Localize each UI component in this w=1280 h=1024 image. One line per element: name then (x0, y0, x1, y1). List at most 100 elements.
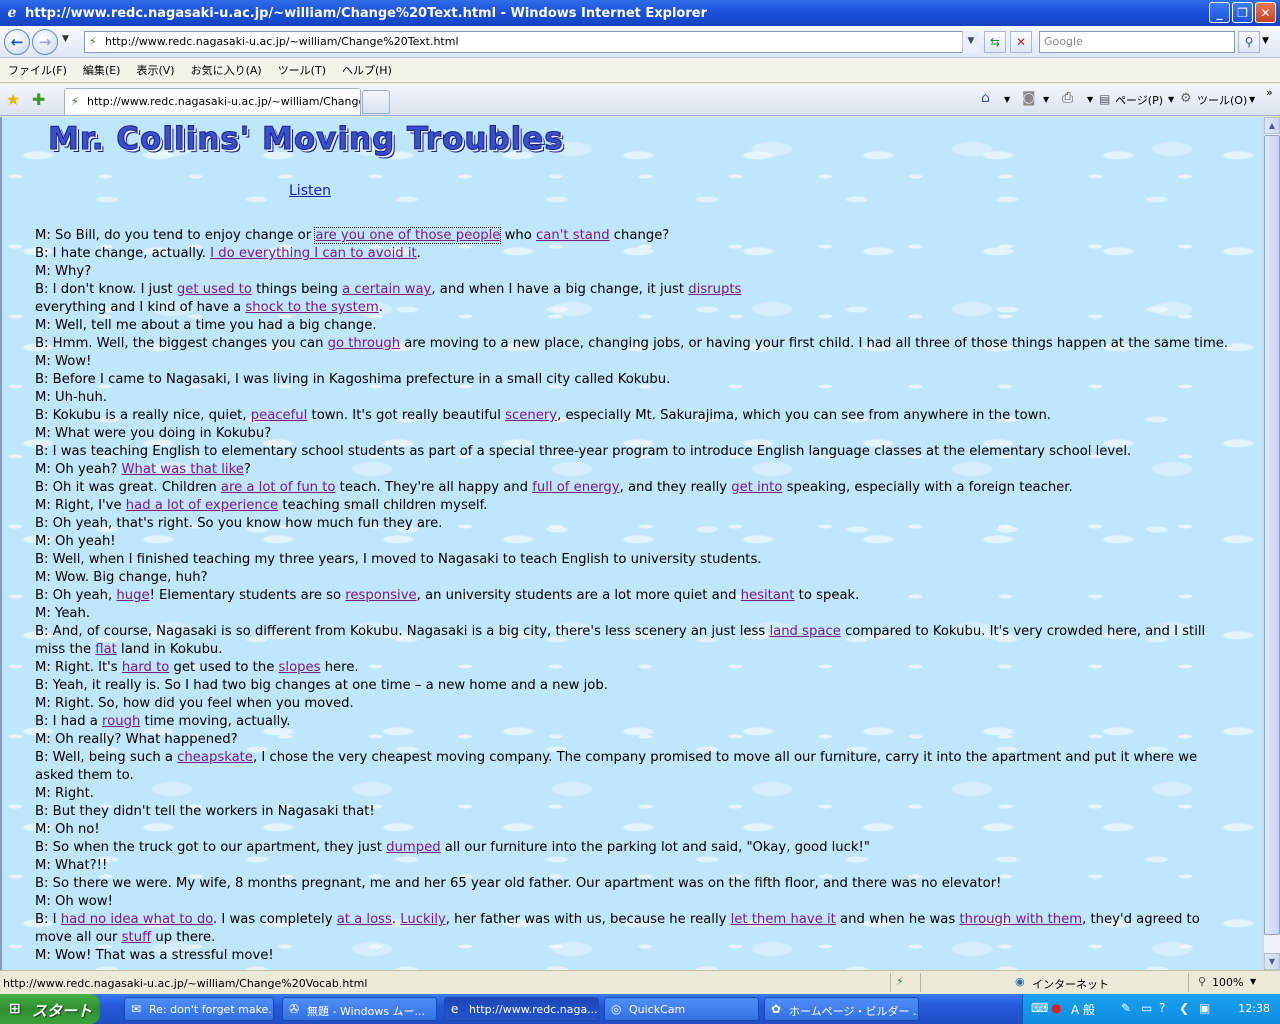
vocab-link[interactable]: full of energy (532, 480, 619, 495)
vocab-link[interactable]: Luckily (400, 912, 446, 927)
taskbar-item-quickcam[interactable]: ◎ QuickCam (604, 997, 759, 1021)
search-options-dropdown-icon[interactable]: ▼ (1262, 36, 1269, 46)
refresh-button[interactable]: ⇆ (984, 31, 1006, 53)
taskbar-item-movie-maker[interactable]: ✇ 無題 - Windows ムー... (282, 997, 437, 1021)
tray-expand-icon[interactable]: ❮ (1179, 1001, 1189, 1015)
listen-link[interactable]: Listen (289, 183, 331, 199)
vocab-link[interactable]: get into (731, 480, 782, 495)
scroll-down-button[interactable]: ▼ (1264, 953, 1280, 970)
vocab-link[interactable]: scenery (505, 408, 557, 423)
keyboard-icon[interactable]: ⌨ (1031, 1001, 1048, 1015)
favorites-star-icon[interactable]: ★ (6, 90, 20, 109)
tray-tool-icon[interactable]: ✎ (1121, 1001, 1131, 1015)
menu-favorites[interactable]: お気に入り(A) (189, 60, 264, 80)
vocab-link[interactable]: land space (769, 624, 840, 639)
transcript-text: , her father was with us, because he rea… (445, 912, 731, 927)
vocab-link[interactable]: responsive (345, 588, 416, 603)
vocab-link[interactable]: slopes (279, 660, 321, 675)
vocab-link[interactable]: can't stand (536, 228, 610, 243)
page-menu-button[interactable]: ページ(P) (1115, 92, 1163, 108)
transcript-line: B: Oh yeah, huge! Elementary students ar… (35, 587, 1235, 605)
menu-view[interactable]: 表示(V) (134, 60, 176, 80)
feeds-dropdown-icon[interactable]: ▼ (1043, 95, 1049, 104)
print-icon[interactable]: ⎙ (1062, 90, 1073, 106)
vocab-link[interactable]: let them have it (731, 912, 836, 927)
vocab-link[interactable]: had no idea what to do (61, 912, 213, 927)
vertical-scrollbar[interactable]: ▲ ▼ (1263, 117, 1280, 970)
address-dropdown-icon[interactable]: ▼ (962, 31, 979, 53)
vocab-link[interactable]: What was that like (122, 462, 244, 477)
search-input[interactable]: Google (1039, 31, 1235, 53)
vocab-link[interactable]: disrupts (688, 282, 741, 297)
add-favorites-icon[interactable]: ✚ (32, 90, 45, 109)
scroll-thumb[interactable] (1264, 135, 1280, 935)
tools-menu-dropdown-icon[interactable]: ▼ (1249, 95, 1255, 104)
page-menu-dropdown-icon[interactable]: ▼ (1168, 95, 1174, 104)
more-commands-icon[interactable]: » (1266, 86, 1273, 99)
new-tab-button[interactable] (362, 90, 390, 114)
vocab-link[interactable]: a certain way (342, 282, 431, 297)
transcript-text: up there. (151, 930, 216, 945)
vocab-link[interactable]: huge (116, 588, 149, 603)
vocab-link[interactable]: hard to (122, 660, 169, 675)
menu-help[interactable]: ヘルプ(H) (340, 60, 394, 80)
close-button[interactable]: ✕ (1255, 2, 1276, 23)
search-placeholder: Google (1044, 35, 1083, 48)
menu-edit[interactable]: 編集(E) (81, 60, 123, 80)
transcript-line: B: Before I came to Nagasaki, I was livi… (35, 371, 1235, 389)
taskbar-item-homepage-builder[interactable]: ✿ ホームページ・ビルダー ... (764, 997, 919, 1021)
vocab-link[interactable]: had a lot of experience (126, 498, 278, 513)
vocab-link[interactable]: flat (95, 642, 117, 657)
tray-app-icon[interactable]: ● (1051, 1001, 1061, 1015)
print-dropdown-icon[interactable]: ▼ (1087, 95, 1093, 104)
vocab-link[interactable]: shock to the system (245, 300, 378, 315)
minimize-button[interactable]: _ (1209, 2, 1230, 23)
vocab-link[interactable]: get used to (177, 282, 252, 297)
taskbar-item-email[interactable]: ✉ Re: don't forget make... (124, 997, 274, 1021)
address-input[interactable]: ⚡ http://www.redc.nagasaki-u.ac.jp/~will… (84, 31, 979, 53)
taskbar-item-ie[interactable]: e http://www.redc.naga... (444, 997, 599, 1021)
help-icon[interactable]: ? (1159, 1001, 1165, 1015)
zoom-level[interactable]: 100% (1212, 976, 1243, 989)
vocab-link[interactable]: stuff (122, 930, 152, 945)
start-button[interactable]: ⊞ スタート (0, 994, 100, 1024)
vocab-link[interactable]: go through (328, 336, 400, 351)
vocab-link[interactable]: dumped (386, 840, 440, 855)
ime-indicator[interactable]: A 般 (1071, 1001, 1095, 1018)
vocab-link[interactable]: at a loss (337, 912, 392, 927)
vocab-link[interactable]: are a lot of fun to (221, 480, 336, 495)
vocab-link[interactable]: cheapskate (177, 750, 253, 765)
tray-card-icon[interactable]: ▭ (1141, 1001, 1152, 1015)
tab-current-page[interactable]: ⚡ http://www.redc.nagasaki-u.ac.jp/~will… (64, 88, 361, 115)
menu-tools[interactable]: ツール(T) (276, 60, 328, 80)
restore-button[interactable]: ❐ (1232, 2, 1253, 23)
scroll-up-button[interactable]: ▲ (1264, 117, 1280, 134)
transcript-text: , I chose the very cheapest moving compa… (252, 750, 1198, 765)
forward-button[interactable]: → (32, 29, 58, 55)
transcript-text: B: I had a (35, 714, 103, 729)
home-dropdown-icon[interactable]: ▼ (1004, 95, 1010, 104)
vocab-link[interactable]: peaceful (251, 408, 308, 423)
transcript-text: M: Oh wow! (35, 894, 113, 909)
transcript-line: B: I had no idea what to do. I was compl… (35, 911, 1235, 929)
vocab-link[interactable]: hesitant (741, 588, 795, 603)
feeds-icon[interactable]: ◙ (1022, 90, 1036, 106)
recent-pages-dropdown-icon[interactable]: ▼ (62, 34, 69, 44)
zoom-dropdown-icon[interactable]: ▼ (1250, 977, 1256, 986)
vocab-link[interactable]: rough (102, 714, 140, 729)
transcript-line: M: Uh-huh. (35, 389, 1235, 407)
back-button[interactable]: ← (4, 29, 30, 55)
transcript-text: M: Uh-huh. (35, 390, 108, 405)
tools-menu-button[interactable]: ツール(O) (1197, 92, 1247, 108)
transcript-text: B: But they didn't tell the workers in N… (35, 804, 375, 819)
stop-button[interactable]: ✕ (1010, 31, 1032, 53)
transcript-text: get used to the (169, 660, 279, 675)
home-icon[interactable]: ⌂ (981, 90, 990, 106)
tray-network-icon[interactable]: ▣ (1199, 1001, 1210, 1015)
vocab-link[interactable]: through with them (959, 912, 1082, 927)
menu-file[interactable]: ファイル(F) (6, 60, 69, 80)
vocab-link[interactable]: I do everything I can to avoid it (210, 246, 417, 261)
search-button[interactable]: ⚲ (1238, 31, 1260, 53)
vocab-link[interactable]: are you one of those people (314, 227, 502, 244)
webcam-icon: ◎ (611, 1002, 622, 1016)
